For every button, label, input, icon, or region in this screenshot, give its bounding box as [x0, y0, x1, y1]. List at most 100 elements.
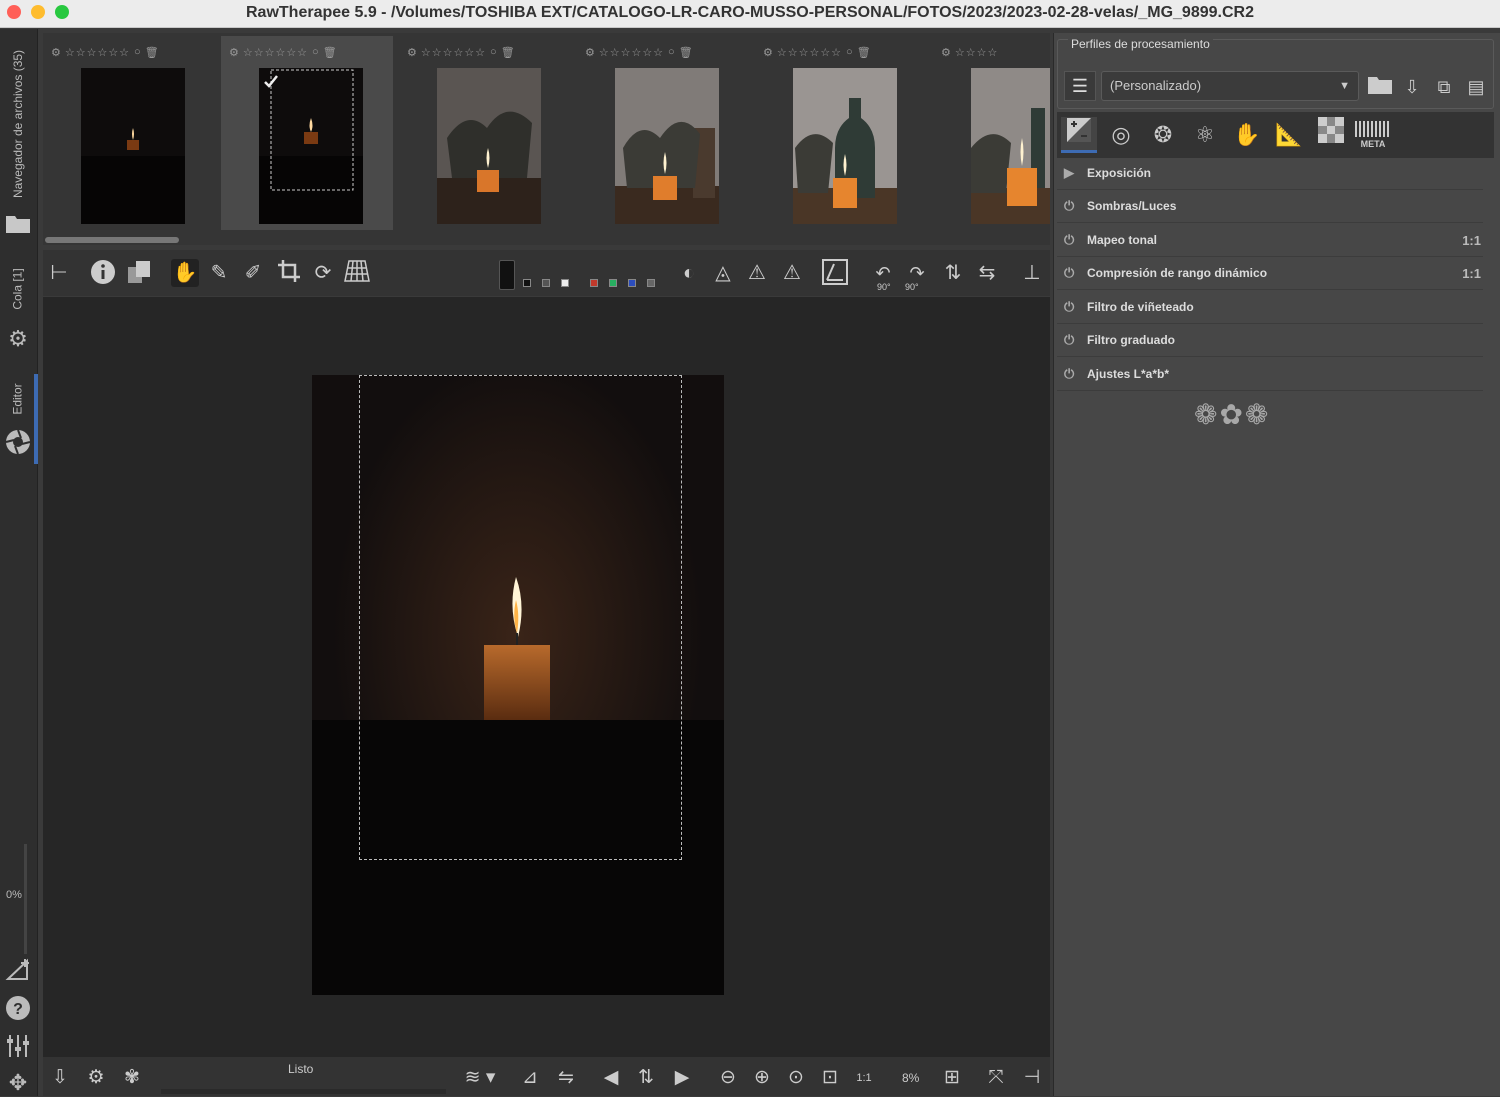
hand-tool-icon[interactable]: ✋ — [171, 259, 199, 287]
expander-arrow-icon[interactable]: ▶ — [1064, 165, 1074, 181]
tab-advanced-icon[interactable]: ⚛ — [1187, 117, 1223, 153]
star-rating[interactable]: ☆☆☆☆☆☆ — [421, 46, 486, 59]
preferences-icon[interactable] — [4, 1033, 32, 1061]
channel-red-swatch[interactable] — [590, 279, 598, 287]
filmstrip-scrollbar[interactable] — [45, 237, 179, 243]
zoom-in-icon[interactable]: ⊕ — [749, 1065, 775, 1091]
reject-circle-icon[interactable]: ○ — [846, 46, 853, 58]
star-rating[interactable]: ☆☆☆☆☆☆ — [243, 46, 308, 59]
sync-image-icon[interactable]: ⇅ — [633, 1065, 659, 1091]
compare-icon[interactable]: ⇋ — [553, 1065, 579, 1091]
shadow-clip-icon[interactable]: ◬ — [709, 259, 737, 287]
crop-icon[interactable] — [275, 259, 303, 287]
tool-tone-mapping[interactable]: ⏻ Mapeo tonal 1:1 — [1057, 224, 1483, 257]
trash-icon[interactable]: 🗑 — [679, 46, 693, 59]
straighten-icon[interactable]: ⟳ — [309, 259, 337, 287]
rotate-left-icon[interactable]: ↶ 90° — [869, 259, 897, 292]
paste-profile-icon[interactable]: ▤ — [1462, 73, 1490, 101]
crop-guide[interactable] — [359, 375, 682, 860]
trash-icon[interactable]: 🗑 — [323, 46, 337, 59]
color-picker-icon[interactable]: ✐ — [239, 259, 267, 287]
tool-exposure[interactable]: ▶ Exposición — [1057, 157, 1483, 190]
new-detail-window-icon[interactable]: ⊞ — [939, 1065, 965, 1091]
toggle-top-panel-icon[interactable]: ⊥ — [1018, 259, 1046, 287]
toggle-right-panel-icon[interactable]: ⊣ — [1019, 1065, 1045, 1091]
toggle-left-panel-icon[interactable]: ⊢ — [45, 259, 73, 287]
tab-detail-icon[interactable]: ◎ — [1103, 117, 1139, 153]
tab-raw-icon[interactable] — [1313, 117, 1349, 153]
thumbnail[interactable]: ⚙ ☆☆☆☆☆☆ ○ 🗑 — [399, 36, 571, 230]
profile-list-icon[interactable]: ☰ — [1064, 71, 1096, 101]
flip-horizontal-icon[interactable]: ⇆ — [973, 259, 1001, 287]
trash-icon[interactable]: 🗑 — [501, 46, 515, 59]
previous-image-icon[interactable]: ◀ — [598, 1065, 624, 1091]
next-image-icon[interactable]: ▶ — [669, 1065, 695, 1091]
profile-gears-icon[interactable]: ⚙ — [763, 46, 773, 59]
fullscreen-icon[interactable]: ⤧ — [983, 1065, 1009, 1091]
power-toggle-icon[interactable]: ⏻ — [1064, 332, 1074, 348]
bg-grey-swatch[interactable] — [542, 279, 550, 287]
clip-warning-icon[interactable]: ⚠ — [778, 259, 806, 287]
rotate-right-icon[interactable]: ↷ 90° — [903, 259, 931, 292]
copy-profile-icon[interactable]: ⧉ — [1430, 73, 1458, 101]
power-toggle-icon[interactable]: ⏻ — [1064, 366, 1074, 382]
queue-gears-icon[interactable]: ⚙ — [83, 1065, 109, 1091]
thumbnail[interactable]: ⚙ ☆☆☆☆☆☆ ○ 🗑 — [755, 36, 927, 230]
zoom-fit-icon[interactable]: ⊙ — [783, 1065, 809, 1091]
help-icon[interactable]: ? — [4, 995, 32, 1023]
navigator-icon[interactable]: ⊿ — [517, 1065, 543, 1091]
profile-gears-icon[interactable]: ⚙ — [585, 46, 595, 59]
tool-vignetting-filter[interactable]: ⏻ Filtro de viñeteado — [1057, 291, 1483, 324]
histogram-menu-icon[interactable]: ≋ ▾ — [455, 1065, 505, 1091]
reject-circle-icon[interactable]: ○ — [134, 46, 141, 58]
channel-luminance-swatch[interactable] — [647, 279, 655, 287]
tool-lab-adjustments[interactable]: ⏻ Ajustes L*a*b* — [1057, 358, 1483, 391]
gamut-check-icon[interactable] — [821, 259, 849, 287]
thumbnail[interactable]: ⚙ ☆☆☆☆☆☆ ○ 🗑 — [43, 36, 215, 230]
power-toggle-icon[interactable]: ⏻ — [1064, 299, 1074, 315]
tab-editor[interactable]: Editor — [0, 374, 36, 424]
save-profile-icon[interactable]: ⇩ — [1398, 73, 1426, 101]
power-toggle-icon[interactable]: ⏻ — [1064, 265, 1074, 281]
bg-black-swatch[interactable] — [523, 279, 531, 287]
star-rating[interactable]: ☆☆☆☆☆☆ — [65, 46, 130, 59]
flip-vertical-icon[interactable]: ⇅ — [939, 259, 967, 287]
power-toggle-icon[interactable]: ⏻ — [1064, 198, 1074, 214]
star-rating[interactable]: ☆☆☆☆ — [955, 46, 998, 59]
reject-circle-icon[interactable]: ○ — [668, 46, 675, 58]
tab-queue[interactable]: Cola [1] — [0, 259, 36, 319]
profile-gears-icon[interactable]: ⚙ — [941, 46, 951, 59]
fullscreen-move-icon[interactable]: ✥ — [4, 1069, 32, 1097]
thumbnail[interactable]: ⚙ ☆☆☆☆☆☆ ○ 🗑 — [577, 36, 749, 230]
before-after-icon[interactable] — [125, 259, 153, 287]
reject-circle-icon[interactable]: ○ — [490, 46, 497, 58]
navigation-toggle-icon[interactable] — [4, 957, 32, 985]
zoom-out-icon[interactable]: ⊖ — [715, 1065, 741, 1091]
zoom-fit-crop-icon[interactable]: ⊡ — [817, 1065, 843, 1091]
tool-graduated-filter[interactable]: ⏻ Filtro graduado — [1057, 324, 1483, 357]
star-rating[interactable]: ☆☆☆☆☆☆ — [599, 46, 664, 59]
tab-color-icon[interactable]: ❂ — [1145, 117, 1181, 153]
star-rating[interactable]: ☆☆☆☆☆☆ — [777, 46, 842, 59]
trash-icon[interactable]: 🗑 — [145, 46, 159, 59]
perspective-icon[interactable] — [343, 259, 371, 287]
tab-local-adjustments-icon[interactable]: ✋ — [1229, 117, 1265, 153]
background-color-toggle[interactable] — [499, 260, 515, 290]
profile-gears-icon[interactable]: ⚙ — [407, 46, 417, 59]
tab-exposure-icon[interactable] — [1061, 117, 1097, 153]
tab-metadata-icon[interactable]: META — [1355, 117, 1391, 153]
save-image-icon[interactable]: ⇩ — [47, 1065, 73, 1091]
external-editor-icon[interactable]: ✾ — [119, 1065, 145, 1091]
zoom-100-icon[interactable]: 1:1 — [851, 1065, 877, 1091]
profile-gears-icon[interactable]: ⚙ — [229, 46, 239, 59]
reject-circle-icon[interactable]: ○ — [312, 46, 319, 58]
tool-dynamic-range-compression[interactable]: ⏻ Compresión de rango dinámico 1:1 — [1057, 257, 1483, 290]
gears-icon[interactable]: ⚙ — [4, 325, 32, 353]
image-preview-canvas[interactable] — [43, 297, 1050, 1057]
folder-icon[interactable] — [4, 212, 32, 240]
info-icon[interactable] — [89, 259, 117, 287]
trash-icon[interactable]: 🗑 — [857, 46, 871, 59]
bg-white-swatch[interactable] — [561, 279, 569, 287]
tool-shadows-highlights[interactable]: ⏻ Sombras/Luces — [1057, 190, 1483, 223]
thumbnail-selected[interactable]: ⚙ ☆☆☆☆☆☆ ○ 🗑 — [221, 36, 393, 230]
